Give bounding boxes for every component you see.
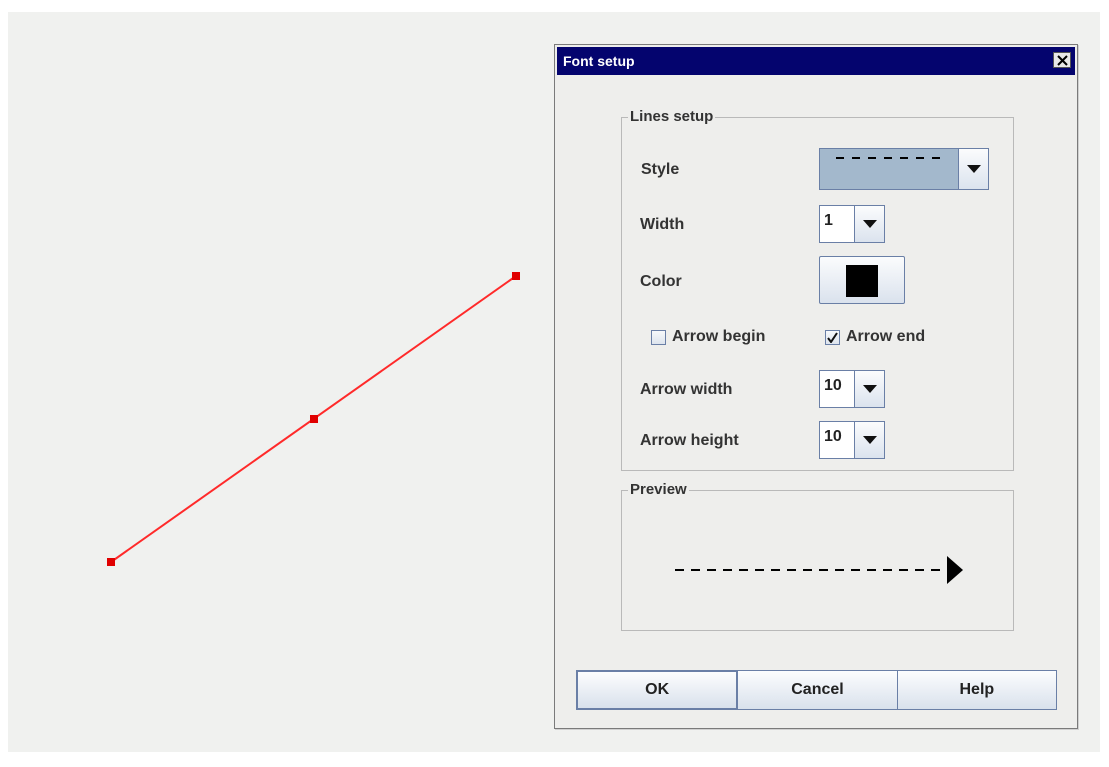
close-button[interactable] bbox=[1053, 52, 1071, 68]
dialog-titlebar[interactable]: Font setup bbox=[557, 47, 1075, 75]
arrow-width-label: Arrow width bbox=[640, 381, 733, 398]
arrow-end-checkbox[interactable]: Arrow end bbox=[825, 328, 925, 346]
arrow-height-dropdown[interactable]: 10 bbox=[819, 421, 885, 459]
arrow-width-dropdown-button[interactable] bbox=[854, 371, 884, 407]
help-button[interactable]: Help bbox=[897, 670, 1057, 710]
lines-setup-title: Lines setup bbox=[628, 108, 716, 125]
arrow-end-label: Arrow end bbox=[846, 328, 926, 345]
font-setup-dialog: Font setup Lines setup Style Width 1 Col… bbox=[554, 44, 1078, 729]
width-dropdown-button[interactable] bbox=[854, 206, 884, 242]
arrow-height-label: Arrow height bbox=[640, 432, 739, 449]
arrow-width-value: 10 bbox=[824, 377, 842, 394]
chevron-down-icon bbox=[863, 220, 877, 228]
arrow-end-box[interactable] bbox=[825, 329, 840, 345]
style-dropdown[interactable] bbox=[819, 148, 989, 190]
dialog-button-row: OK Cancel Help bbox=[576, 670, 1057, 710]
dialog-title: Font setup bbox=[563, 53, 635, 69]
dashed-line-style-icon bbox=[836, 157, 940, 159]
chevron-down-icon bbox=[967, 165, 981, 173]
arrow-width-dropdown[interactable]: 10 bbox=[819, 370, 885, 408]
arrow-height-dropdown-button[interactable] bbox=[854, 422, 884, 458]
arrow-height-value: 10 bbox=[824, 428, 842, 445]
width-dropdown[interactable]: 1 bbox=[819, 205, 885, 243]
arrow-begin-checkbox[interactable]: Arrow begin bbox=[651, 328, 765, 346]
preview-group: Preview bbox=[621, 481, 1014, 631]
line-end-handle[interactable] bbox=[512, 272, 520, 280]
close-icon bbox=[1057, 55, 1068, 66]
chevron-down-icon bbox=[863, 436, 877, 444]
preview-title: Preview bbox=[628, 481, 689, 498]
width-label: Width bbox=[640, 216, 685, 233]
color-label: Color bbox=[640, 273, 682, 290]
line-preview bbox=[675, 556, 963, 584]
arrow-begin-box[interactable] bbox=[651, 329, 666, 345]
lines-setup-group: Lines setup Style Width 1 Color Arrow be… bbox=[621, 108, 1014, 471]
chevron-down-icon bbox=[863, 385, 877, 393]
preview-arrowhead-icon bbox=[947, 556, 963, 584]
style-dropdown-button[interactable] bbox=[958, 149, 988, 189]
checkmark-icon bbox=[827, 331, 838, 343]
style-selected-value bbox=[820, 149, 958, 189]
color-swatch bbox=[846, 265, 878, 297]
line-start-handle[interactable] bbox=[107, 558, 115, 566]
style-label: Style bbox=[641, 161, 680, 178]
line-mid-handle[interactable] bbox=[310, 415, 318, 423]
ok-button[interactable]: OK bbox=[576, 670, 739, 710]
color-picker-button[interactable] bbox=[819, 256, 905, 304]
cancel-button[interactable]: Cancel bbox=[738, 670, 898, 710]
arrow-begin-label: Arrow begin bbox=[672, 328, 766, 345]
width-value: 1 bbox=[824, 212, 833, 229]
